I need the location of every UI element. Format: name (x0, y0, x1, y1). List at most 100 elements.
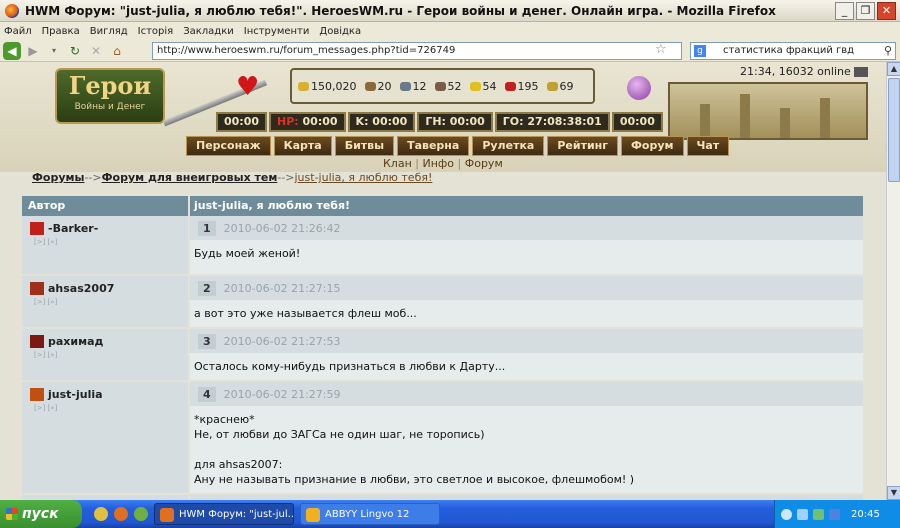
tray-icon-1[interactable] (797, 508, 808, 520)
author-tools[interactable]: [>] [»] (34, 238, 188, 246)
firefox-task-icon (160, 508, 174, 522)
timer-gn: ГН: 00:00 (417, 112, 493, 132)
author-tools[interactable]: [>] [»] (34, 404, 188, 412)
minimize-button[interactable]: _ (835, 2, 854, 20)
menu-forum[interactable]: Форум (621, 136, 684, 156)
close-button[interactable]: ✕ (877, 2, 896, 20)
post-date: 2010-06-02 21:27:53 (223, 334, 341, 348)
clan-icon[interactable] (30, 282, 44, 295)
scroll-up-icon[interactable]: ▲ (887, 62, 900, 76)
maximize-button[interactable]: ❐ (856, 2, 875, 20)
quicklaunch-firefox-icon[interactable] (114, 507, 128, 521)
menu-chat[interactable]: Чат (686, 136, 730, 156)
post-number[interactable]: 1 (198, 220, 216, 236)
clan-icon[interactable] (30, 388, 44, 401)
menu-view[interactable]: Вигляд (90, 26, 128, 37)
post-number[interactable]: 2 (198, 280, 216, 296)
forum-table: Автор just-julia, я люблю тебя! -Barker-… (22, 196, 863, 500)
post-number[interactable]: 4 (198, 386, 216, 402)
quicklaunch-icon-1[interactable] (94, 507, 108, 521)
post-date: 2010-06-02 21:27:59 (223, 387, 341, 401)
timer-hp: HP: 00:00 (269, 112, 346, 132)
post-text: Будь моей женой! (194, 247, 301, 260)
server-clock: 21:34, 16032 online (740, 65, 868, 78)
post-message-cell: 1 2010-06-02 21:26:42 Будь моей женой! (190, 216, 863, 274)
submenu-forum[interactable]: Форум (465, 157, 503, 170)
clan-icon[interactable] (30, 222, 44, 235)
menu-tavern[interactable]: Таверна (397, 136, 470, 156)
reload-icon[interactable]: ↻ (66, 42, 84, 60)
bookmark-star-icon[interactable]: ☆ (655, 42, 667, 57)
column-topic: just-julia, я люблю тебя! (194, 199, 351, 212)
author-name[interactable]: -Barker- (48, 222, 98, 235)
menu-character[interactable]: Персонаж (186, 136, 271, 156)
menu-battles[interactable]: Битвы (334, 136, 395, 156)
breadcrumb-current[interactable]: just-julia, я люблю тебя! (295, 171, 433, 184)
sub-menu: Клан | Инфо | Форум (383, 157, 503, 170)
window-title: HWM Форум: "just-julia, я люблю тебя!". … (25, 3, 776, 18)
menu-bookmarks[interactable]: Закладки (183, 26, 234, 37)
author-name[interactable]: ahsas2007 (48, 282, 114, 295)
menu-tools[interactable]: Інструменти (244, 26, 310, 37)
author-tools[interactable]: [>] [»] (34, 351, 188, 359)
gems-icon (546, 81, 558, 91)
scroll-thumb[interactable] (888, 78, 900, 182)
heart-icon[interactable]: ♥ (236, 72, 259, 102)
menu-rating[interactable]: Рейтинг (547, 136, 619, 156)
forum-post: just-julia [>] [»] 4 2010-06-02 21:27:59 *кр… (22, 382, 863, 495)
clock-text: 21:34, 16032 online (740, 65, 851, 78)
mail-icon[interactable] (853, 67, 868, 77)
castle-image (668, 82, 868, 140)
forward-arrow-icon[interactable]: ▶ (24, 42, 42, 60)
menu-file[interactable]: Файл (4, 26, 32, 37)
resource-ore: 12 (399, 80, 427, 93)
mercury-icon (434, 81, 446, 91)
timer-k: K: 00:00 (347, 112, 416, 132)
post-author-cell: just-julia [>] [»] (22, 382, 190, 493)
menu-map[interactable]: Карта (273, 136, 332, 156)
forum-post: ahsas2007 [>] [»] 2 2010-06-02 21:27:15 а во… (22, 276, 863, 329)
resource-sulfur: 54 (469, 80, 497, 93)
post-text: а вот это уже называется флеш моб... (194, 307, 417, 320)
url-input[interactable]: http://www.heroeswm.ru/forum_messages.ph… (152, 42, 682, 60)
submenu-info[interactable]: Инфо (422, 157, 454, 170)
author-name[interactable]: just-julia (48, 388, 103, 401)
quick-launch (94, 507, 148, 521)
post-message-cell: 3 2010-06-02 21:27:53 Осталось кому-нибудь… (190, 329, 863, 380)
dropdown-icon[interactable]: ▾ (45, 42, 63, 60)
scroll-down-icon[interactable]: ▼ (887, 486, 900, 500)
tray-icon-3[interactable] (829, 508, 840, 520)
post-number[interactable]: 3 (198, 333, 216, 349)
timer-6: 00:00 (611, 112, 663, 132)
start-button[interactable]: пуск (0, 500, 82, 528)
system-tray: 20:45 (774, 500, 900, 528)
submenu-clan[interactable]: Клан (383, 157, 412, 170)
search-input[interactable]: g статистика фракций гвд ⚲ (690, 42, 896, 60)
author-name[interactable]: рахимад (48, 335, 103, 348)
potion-icon[interactable] (627, 76, 651, 100)
home-icon[interactable]: ⌂ (108, 42, 126, 60)
menu-history[interactable]: Історія (138, 26, 174, 37)
resources-bar: 150,020 20 12 52 54 195 69 (290, 68, 595, 104)
post-date: 2010-06-02 21:26:42 (223, 221, 341, 235)
stop-icon[interactable]: ✕ (87, 42, 105, 60)
breadcrumb-offtopic[interactable]: Форум для внеигровых тем (102, 171, 278, 184)
menu-help[interactable]: Довідка (319, 26, 361, 37)
task-firefox[interactable]: HWM Форум: "just-jul... (154, 503, 294, 525)
post-text: *краснею* Не, от любви до ЗАГСа не один … (194, 413, 635, 486)
tray-arrow-icon[interactable] (781, 508, 792, 520)
vertical-scrollbar[interactable]: ▲ ▼ (886, 62, 900, 500)
back-arrow-icon[interactable]: ◀ (3, 41, 21, 60)
menu-roulette[interactable]: Рулетка (472, 136, 545, 156)
tray-icon-2[interactable] (813, 508, 824, 520)
task-lingvo[interactable]: ABBYY Lingvo 12 (300, 503, 440, 525)
forum-post: рахимад [>] [»] 3 2010-06-02 21:27:53 Остало… (22, 329, 863, 382)
clan-icon[interactable] (30, 335, 44, 348)
author-tools[interactable]: [>] [»] (34, 298, 188, 306)
breadcrumb-forums[interactable]: Форумы (32, 171, 84, 184)
menu-edit[interactable]: Правка (42, 26, 80, 37)
google-icon[interactable]: g (694, 45, 706, 57)
search-icon[interactable]: ⚲ (884, 43, 892, 59)
game-logo[interactable]: Герои Войны и Денег (55, 68, 165, 124)
quicklaunch-icon-3[interactable] (134, 507, 148, 521)
